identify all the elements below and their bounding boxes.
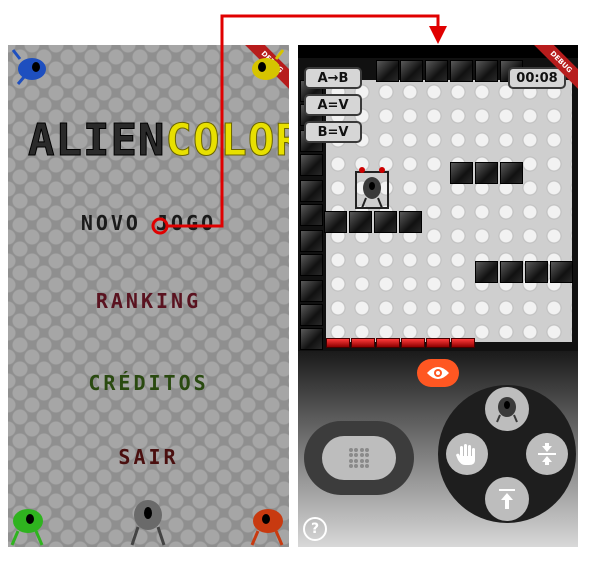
wall-block (300, 328, 323, 350)
platform-block (500, 162, 523, 184)
game-board: A→B A=V B=V 00:08 (298, 58, 578, 351)
gray-alien-icon (130, 500, 166, 546)
grab-button[interactable] (446, 433, 488, 475)
rule-chip: A=V (304, 94, 362, 116)
platform-block (324, 211, 347, 233)
platform-block (399, 211, 422, 233)
platform-block (475, 261, 498, 283)
main-menu-screen: DEBUG ALIENCOLORS NOVO JOGO RANKING CRÉD… (8, 45, 289, 547)
rule-chip: A→B (304, 67, 362, 89)
alien-icon (496, 397, 518, 423)
wall-block (300, 254, 323, 276)
hand-icon (456, 444, 475, 465)
platform-block (349, 211, 372, 233)
alien-button[interactable] (485, 387, 529, 431)
wall-block (300, 280, 323, 302)
eye-icon (427, 367, 449, 379)
red-floor-block (351, 338, 375, 348)
platform-block (450, 162, 473, 184)
platform-block (525, 261, 548, 283)
wall-block (450, 60, 473, 82)
arrow-up-to-line-icon (499, 489, 515, 509)
wall-block (300, 304, 323, 326)
platform-block (550, 261, 573, 283)
wall-block (400, 60, 423, 82)
view-button[interactable] (417, 359, 459, 387)
red-alien-icon (250, 509, 284, 546)
logo-word-alien: ALIEN (27, 115, 166, 166)
wall-block (300, 180, 323, 202)
red-floor-block (326, 338, 350, 348)
dpad-toggle[interactable] (304, 421, 414, 495)
wall-block (475, 60, 498, 82)
wall-block (300, 230, 323, 252)
help-label: ? (310, 521, 320, 537)
compress-icon (538, 443, 556, 465)
blue-alien-icon (11, 49, 46, 85)
platform-block (475, 162, 498, 184)
rule-chip: B=V (304, 121, 362, 143)
platform-block (500, 261, 523, 283)
green-alien-icon (10, 509, 44, 546)
exit-button[interactable]: SAIR (8, 445, 289, 469)
wall-block (300, 154, 323, 176)
credits-button[interactable]: CRÉDITOS (8, 371, 289, 395)
dots-icon (349, 448, 369, 468)
red-floor-block (401, 338, 425, 348)
game-logo: ALIENCOLORS (27, 118, 289, 163)
wall-block (425, 60, 448, 82)
platform-block (374, 211, 397, 233)
logo-word-colors: COLORS (165, 115, 289, 166)
wall-block (300, 204, 323, 226)
yellow-alien-icon (252, 49, 285, 80)
player-alien-icon (355, 167, 389, 209)
ranking-button[interactable]: RANKING (8, 289, 289, 313)
jump-button[interactable] (485, 477, 529, 521)
new-game-button[interactable]: NOVO JOGO (8, 211, 289, 235)
red-floor-block (451, 338, 475, 348)
game-screen: A→B A=V B=V 00:08 DEBUG ? (298, 45, 578, 547)
compress-button[interactable] (526, 433, 568, 475)
red-floor-block (426, 338, 450, 348)
toggle-knob[interactable] (322, 436, 396, 480)
controls-panel: ? (298, 351, 578, 547)
wall-block (376, 60, 399, 82)
help-button[interactable]: ? (303, 517, 327, 541)
red-floor-block (376, 338, 400, 348)
timer-display: 00:08 (508, 67, 566, 89)
